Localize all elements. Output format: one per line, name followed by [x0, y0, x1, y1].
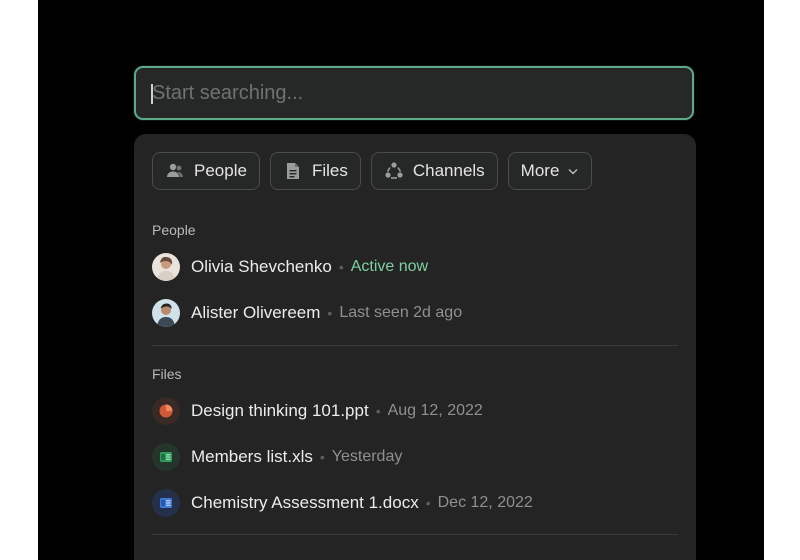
search-box[interactable]: [134, 66, 694, 120]
separator-dot: •: [319, 449, 325, 465]
file-date: Aug 12, 2022: [387, 402, 483, 419]
people-row-alister[interactable]: Alister Olivereem • Last seen 2d ago: [152, 298, 462, 328]
file-date: Dec 12, 2022: [437, 494, 533, 511]
file-row-design-thinking[interactable]: Design thinking 101.ppt • Aug 12, 2022: [152, 396, 483, 426]
filter-channels-button[interactable]: Channels: [370, 152, 498, 190]
filter-files-label: Files: [311, 161, 348, 180]
channels-icon: [384, 161, 404, 181]
file-name: Chemistry Assessment 1.docx: [191, 493, 419, 512]
file-name: Design thinking 101.ppt: [191, 401, 369, 420]
separator-dot: •: [338, 259, 344, 275]
file-icon: [283, 161, 303, 181]
person-status: Last seen 2d ago: [339, 304, 463, 321]
app-stage: People Files: [38, 0, 764, 560]
people-row-olivia[interactable]: Olivia Shevchenko • Active now: [152, 252, 428, 282]
filter-more-button[interactable]: More: [507, 152, 593, 190]
people-section-title: People: [152, 222, 196, 238]
avatar: [152, 253, 180, 281]
excel-icon: [152, 443, 180, 471]
person-status: Active now: [350, 258, 429, 275]
filter-channels-label: Channels: [412, 161, 485, 180]
search-results-panel: People Files Channels More People Olivia…: [134, 134, 696, 560]
word-icon: [152, 489, 180, 517]
powerpoint-icon: [152, 397, 180, 425]
filter-files-button[interactable]: Files: [269, 152, 361, 190]
filter-people-label: People: [194, 161, 247, 180]
avatar: [152, 299, 180, 327]
filter-chips: People Files Channels More: [152, 152, 593, 190]
person-name: Olivia Shevchenko: [191, 257, 332, 276]
file-name: Members list.xls: [191, 447, 313, 466]
separator-dot: •: [425, 495, 431, 511]
section-divider: [152, 345, 678, 346]
search-input[interactable]: [152, 68, 676, 118]
separator-dot: •: [327, 305, 333, 321]
text-caret: [151, 84, 153, 104]
file-date: Yesterday: [331, 448, 403, 465]
people-icon: [165, 161, 185, 181]
filter-more-label: More: [520, 161, 560, 180]
person-name: Alister Olivereem: [191, 303, 321, 322]
filter-people-button[interactable]: People: [152, 152, 260, 190]
file-row-chemistry[interactable]: Chemistry Assessment 1.docx • Dec 12, 20…: [152, 488, 533, 518]
files-section-title: Files: [152, 366, 182, 382]
separator-dot: •: [375, 403, 381, 419]
chevron-down-icon: [567, 165, 579, 177]
file-row-members-list[interactable]: Members list.xls • Yesterday: [152, 442, 402, 472]
section-divider: [152, 534, 678, 535]
